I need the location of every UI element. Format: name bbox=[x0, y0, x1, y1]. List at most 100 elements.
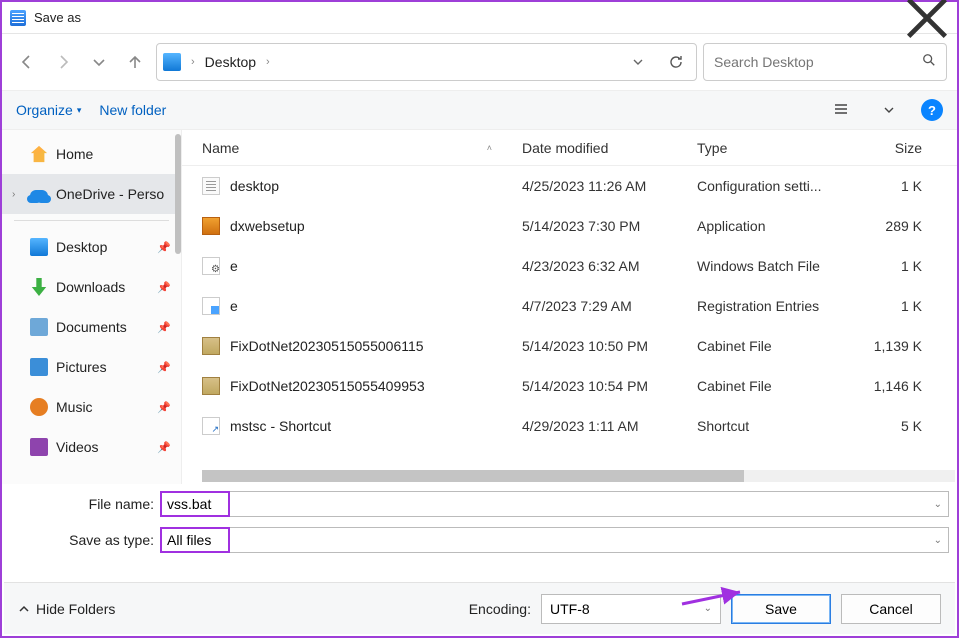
sidebar-item-pictures[interactable]: Pictures 📌 bbox=[2, 347, 181, 387]
search-input[interactable] bbox=[714, 54, 914, 70]
file-type: Configuration setti... bbox=[697, 178, 852, 194]
file-row[interactable]: FixDotNet202305150554099535/14/2023 10:5… bbox=[182, 366, 957, 406]
documents-icon bbox=[30, 318, 48, 336]
savetype-field[interactable]: All files ⌄ bbox=[160, 527, 949, 553]
notepad-icon bbox=[10, 10, 26, 26]
file-type: Cabinet File bbox=[697, 338, 852, 354]
music-icon bbox=[30, 398, 48, 416]
sidebar-label: Music bbox=[56, 399, 93, 415]
file-row[interactable]: desktop4/25/2023 11:26 AMConfiguration s… bbox=[182, 166, 957, 206]
pin-icon: 📌 bbox=[157, 321, 171, 334]
sidebar-item-onedrive[interactable]: › OneDrive - Perso bbox=[2, 174, 181, 214]
pictures-icon bbox=[30, 358, 48, 376]
savetype-value: All files bbox=[167, 532, 211, 548]
close-button[interactable] bbox=[905, 2, 949, 34]
sidebar-label: OneDrive - Perso bbox=[56, 186, 164, 202]
column-headers: Name ˄ Date modified Type Size bbox=[182, 130, 957, 166]
search-icon[interactable] bbox=[922, 53, 936, 72]
file-name: FixDotNet20230515055006115 bbox=[230, 338, 522, 354]
sidebar-item-videos[interactable]: Videos 📌 bbox=[2, 427, 181, 467]
filename-value: vss.bat bbox=[167, 496, 211, 512]
sidebar-scrollbar[interactable] bbox=[175, 134, 181, 254]
organize-menu[interactable]: Organize ▾ bbox=[16, 102, 81, 118]
file-date: 4/23/2023 6:32 AM bbox=[522, 258, 697, 274]
chevron-right-icon[interactable]: › bbox=[191, 56, 195, 68]
column-header-date[interactable]: Date modified bbox=[522, 140, 697, 156]
column-header-size[interactable]: Size bbox=[852, 140, 922, 156]
savetype-row: Save as type: All files ⌄ bbox=[2, 524, 957, 556]
file-size: 289 K bbox=[852, 218, 922, 234]
file-row[interactable]: mstsc - Shortcut4/29/2023 1:11 AMShortcu… bbox=[182, 406, 957, 446]
sidebar-item-music[interactable]: Music 📌 bbox=[2, 387, 181, 427]
horizontal-scrollbar[interactable] bbox=[202, 470, 955, 482]
chevron-right-icon[interactable]: › bbox=[12, 189, 22, 200]
file-row[interactable]: dxwebsetup5/14/2023 7:30 PMApplication28… bbox=[182, 206, 957, 246]
chevron-down-icon[interactable]: ⌄ bbox=[934, 535, 942, 546]
sidebar-item-home[interactable]: Home bbox=[2, 134, 181, 174]
refresh-button[interactable] bbox=[662, 48, 690, 76]
chevron-down-icon[interactable]: ⌄ bbox=[934, 499, 942, 510]
savetype-label: Save as type: bbox=[10, 532, 160, 548]
encoding-select[interactable]: UTF-8 ⌄ bbox=[541, 594, 721, 624]
sidebar-item-desktop[interactable]: Desktop 📌 bbox=[2, 227, 181, 267]
file-date: 5/14/2023 10:50 PM bbox=[522, 338, 697, 354]
download-icon bbox=[30, 278, 48, 296]
window-title: Save as bbox=[34, 10, 81, 25]
sidebar-label: Desktop bbox=[56, 239, 107, 255]
pin-icon: 📌 bbox=[157, 241, 171, 254]
pin-icon: 📌 bbox=[157, 441, 171, 454]
command-bar: Organize ▾ New folder ? bbox=[2, 90, 957, 130]
save-button[interactable]: Save bbox=[731, 594, 831, 624]
encoding-label: Encoding: bbox=[469, 601, 531, 617]
pin-icon: 📌 bbox=[157, 281, 171, 294]
sidebar-label: Documents bbox=[56, 319, 127, 335]
new-folder-button[interactable]: New folder bbox=[99, 102, 166, 118]
titlebar: Save as bbox=[2, 2, 957, 34]
file-size: 5 K bbox=[852, 418, 922, 434]
chevron-right-icon[interactable]: › bbox=[266, 56, 270, 68]
filename-field[interactable]: vss.bat ⌄ bbox=[160, 491, 949, 517]
view-options-button[interactable] bbox=[829, 96, 857, 124]
sidebar-item-downloads[interactable]: Downloads 📌 bbox=[2, 267, 181, 307]
file-type: Application bbox=[697, 218, 852, 234]
file-size: 1,139 K bbox=[852, 338, 922, 354]
address-history-dropdown[interactable] bbox=[624, 48, 652, 76]
back-button[interactable] bbox=[12, 47, 42, 77]
hide-folders-toggle[interactable]: Hide Folders bbox=[18, 601, 115, 617]
breadcrumb-desktop[interactable]: Desktop bbox=[205, 54, 256, 70]
file-type: Shortcut bbox=[697, 418, 852, 434]
file-row[interactable]: e4/23/2023 6:32 AMWindows Batch File1 K bbox=[182, 246, 957, 286]
file-type: Registration Entries bbox=[697, 298, 852, 314]
home-icon bbox=[30, 145, 48, 163]
cancel-button[interactable]: Cancel bbox=[841, 594, 941, 624]
hide-folders-label: Hide Folders bbox=[36, 601, 115, 617]
file-name: mstsc - Shortcut bbox=[230, 418, 522, 434]
address-bar[interactable]: › Desktop › bbox=[156, 43, 697, 81]
sidebar-item-documents[interactable]: Documents 📌 bbox=[2, 307, 181, 347]
file-row[interactable]: FixDotNet202305150550061155/14/2023 10:5… bbox=[182, 326, 957, 366]
forward-button[interactable] bbox=[48, 47, 78, 77]
file-icon bbox=[202, 177, 220, 195]
sidebar-label: Downloads bbox=[56, 279, 125, 295]
file-size: 1 K bbox=[852, 298, 922, 314]
filename-row: File name: vss.bat ⌄ bbox=[2, 488, 957, 520]
column-header-name[interactable]: Name ˄ bbox=[202, 140, 522, 156]
view-dropdown[interactable] bbox=[875, 96, 903, 124]
file-row[interactable]: e4/7/2023 7:29 AMRegistration Entries1 K bbox=[182, 286, 957, 326]
chevron-down-icon: ⌄ bbox=[704, 603, 712, 614]
file-name: FixDotNet20230515055409953 bbox=[230, 378, 522, 394]
up-button[interactable] bbox=[120, 47, 150, 77]
file-date: 4/29/2023 1:11 AM bbox=[522, 418, 697, 434]
file-icon bbox=[202, 377, 220, 395]
encoding-value: UTF-8 bbox=[550, 601, 590, 617]
pin-icon: 📌 bbox=[157, 361, 171, 374]
file-size: 1,146 K bbox=[852, 378, 922, 394]
recent-dropdown[interactable] bbox=[84, 47, 114, 77]
filename-label: File name: bbox=[10, 496, 160, 512]
file-list-area: Name ˄ Date modified Type Size desktop4/… bbox=[182, 130, 957, 484]
file-size: 1 K bbox=[852, 258, 922, 274]
help-button[interactable]: ? bbox=[921, 99, 943, 121]
search-box[interactable] bbox=[703, 43, 947, 81]
file-date: 5/14/2023 7:30 PM bbox=[522, 218, 697, 234]
column-header-type[interactable]: Type bbox=[697, 140, 852, 156]
